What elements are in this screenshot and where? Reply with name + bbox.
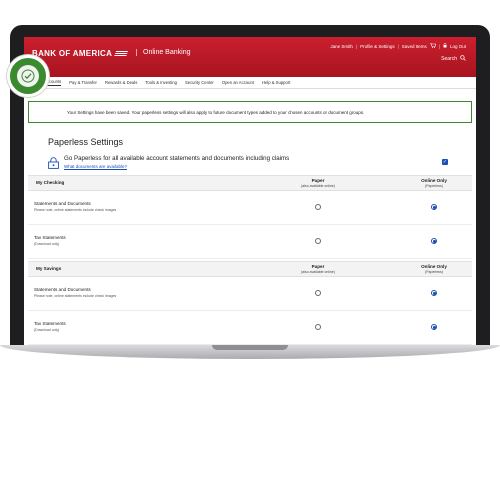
page-title: Paperless Settings [48,137,124,147]
separator: | [397,43,399,49]
section-name: My Savings [36,266,62,271]
online-column-label: Online Only [421,178,447,183]
browser-screen: BANK OF AMERICA Online Banking Jane Smit… [24,37,476,345]
row-note: (Download only) [34,242,60,246]
laptop-notch [212,345,288,350]
separator: | [438,43,440,49]
online-column-header: Online Only (Paperless) [394,178,474,188]
brand-name: BANK OF AMERICA [32,49,113,58]
alert-message: Your Settings have been saved. Your pape… [67,110,365,115]
profile-link[interactable]: Profile & Settings [360,44,395,49]
nav-help[interactable]: Help & Support [262,80,290,85]
nav-pay-transfer[interactable]: Pay & Transfer [69,80,97,85]
table-row: Statements and Documents Please note, onl… [28,277,472,311]
nav-open-account[interactable]: Open an Account [222,80,254,85]
search-label: Search [441,56,457,62]
success-alert: Your Settings have been saved. Your pape… [28,101,472,123]
search-button[interactable]: Search [441,55,466,63]
online-column-header: Online Only (Paperless) [394,264,474,274]
logout-link[interactable]: Log Out [450,44,466,49]
main-nav: Accounts Pay & Transfer Rewards & Deals … [24,77,476,89]
user-name: Jane Smith [330,43,353,49]
utility-links: Jane Smith | Profile & Settings | Saved … [330,43,466,49]
row-note: Please note, online statements include c… [34,208,117,212]
row-note: Please note, online statements include c… [34,294,117,298]
row-note: (Download only) [34,328,60,332]
paper-radio[interactable] [315,290,321,296]
nav-rewards[interactable]: Rewards & Deals [105,80,137,85]
paper-radio[interactable] [315,324,321,330]
nav-security[interactable]: Security Center [185,80,214,85]
row-label: Statements and Documents [34,287,91,292]
row-label-block: Statements and Documents Please note, onl… [34,287,116,298]
section-name: My Checking [36,180,65,185]
table-row: Tax Statements (Download only) [28,311,472,345]
table-row: Statements and Documents Please note, onl… [28,191,472,225]
paper-column-sub: (also available online) [301,184,335,188]
global-paperless-label: Go Paperless for all available account s… [64,155,290,162]
row-label: Tax Statements [34,235,66,240]
available-documents-link[interactable]: What documents are available? [64,164,127,169]
row-label-block: Statements and Documents Please note, onl… [34,201,116,212]
paper-radio[interactable] [315,238,321,244]
online-only-radio[interactable] [431,290,437,296]
online-only-radio[interactable] [431,324,437,330]
laptop-bezel: BANK OF AMERICA Online Banking Jane Smit… [10,25,490,345]
section-header: My Checking Paper (also available online)… [28,175,472,191]
online-column-sub: (Paperless) [425,270,443,274]
cart-icon [429,43,437,49]
checking-section: My Checking Paper (also available online)… [28,175,472,259]
success-badge [7,55,49,97]
online-only-radio[interactable] [431,204,437,210]
online-column-label: Online Only [421,264,447,269]
row-label: Statements and Documents [34,201,91,206]
lock-icon [48,156,59,174]
flag-logo-icon [114,50,129,57]
logout-icon [443,43,447,49]
row-label-block: Tax Statements (Download only) [34,321,66,332]
row-label-block: Tax Statements (Download only) [34,235,66,246]
global-paperless-row: Go Paperless for all available account s… [48,153,452,173]
search-icon [460,55,466,63]
product-name: Online Banking [136,49,190,56]
nav-tools[interactable]: Tools & Investing [145,80,177,85]
brand-logo[interactable]: BANK OF AMERICA [32,49,129,58]
row-label: Tax Statements [34,321,66,326]
stage: BANK OF AMERICA Online Banking Jane Smit… [0,0,500,500]
paper-column-header: Paper (also available online) [278,264,358,274]
table-row: Tax Statements (Download only) [28,225,472,259]
paper-radio[interactable] [315,204,321,210]
paper-column-label: Paper [311,178,325,183]
paper-column-label: Paper [311,264,325,269]
savings-section: My Savings Paper (also available online) … [28,261,472,345]
section-header: My Savings Paper (also available online) … [28,261,472,277]
paper-column-sub: (also available online) [301,270,335,274]
saved-items-link[interactable]: Saved Items [402,44,427,49]
online-only-radio[interactable] [431,238,437,244]
global-paperless-checkbox[interactable]: ✓ [442,159,448,165]
check-circle [17,65,39,87]
online-column-sub: (Paperless) [425,184,443,188]
check-icon [21,69,35,83]
separator: | [355,43,358,49]
site-header: BANK OF AMERICA Online Banking Jane Smit… [24,37,476,77]
paper-column-header: Paper (also available online) [278,178,358,188]
